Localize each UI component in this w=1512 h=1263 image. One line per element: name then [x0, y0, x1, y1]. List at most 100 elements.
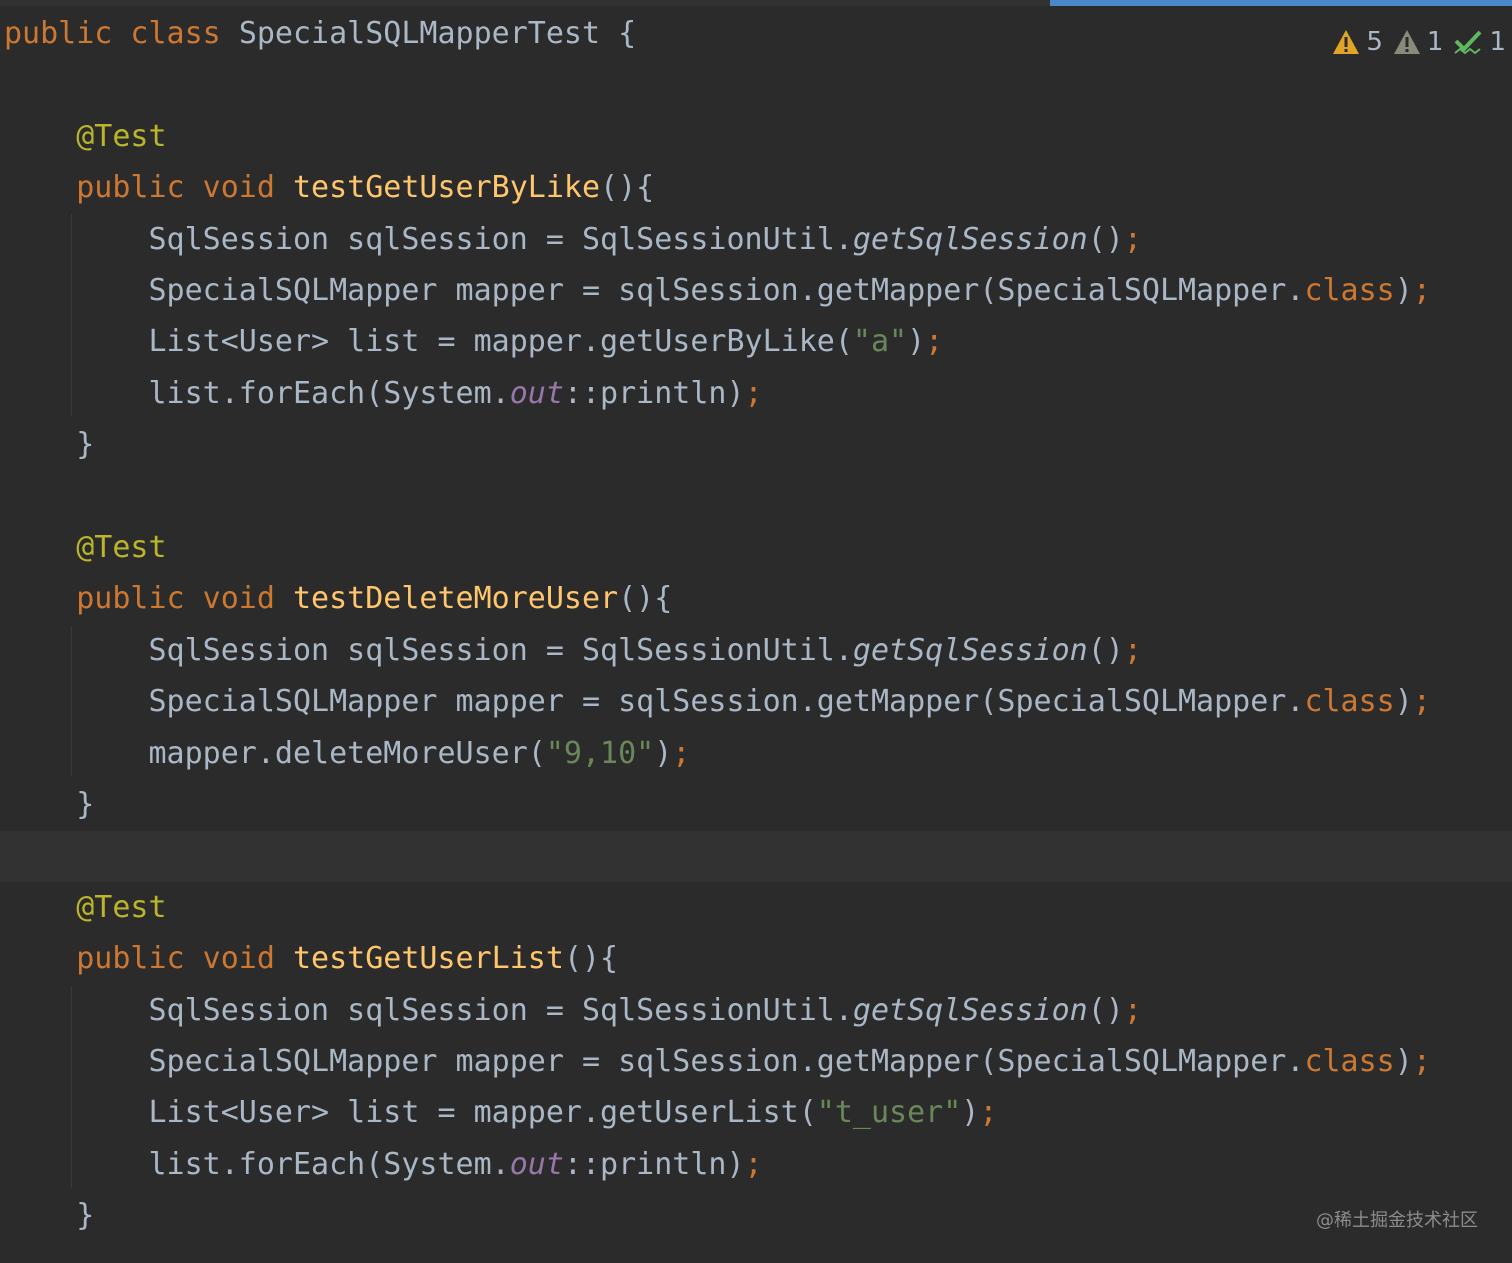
check-icon	[1454, 30, 1482, 55]
weak-warnings-count: 1	[1426, 27, 1444, 57]
code-token: list.forEach(System.	[4, 1146, 510, 1182]
code-token: (){	[618, 581, 673, 617]
code-token: out	[509, 1146, 564, 1182]
code-line[interactable]: List<User> list = mapper.getUserByLike("…	[4, 316, 943, 367]
code-line[interactable]: SqlSession sqlSession = SqlSessionUtil.g…	[4, 985, 1142, 1036]
code-token: ::println)	[563, 375, 745, 411]
code-token: }	[4, 427, 95, 463]
code-editor[interactable]: public class SpecialSQLMapperTest { @Tes…	[0, 0, 1512, 1263]
code-line[interactable]: @Test	[4, 882, 167, 933]
code-line[interactable]: mapper.deleteMoreUser("9,10");	[4, 728, 690, 779]
code-token: SpecialSQLMapper mapper = sqlSession.get…	[4, 273, 1305, 308]
code-line[interactable]: public void testGetUserList(){	[4, 933, 618, 984]
code-token: mapper.deleteMoreUser(	[4, 735, 546, 771]
warnings-indicator[interactable]: 5	[1332, 27, 1383, 57]
code-line[interactable]: list.forEach(System.out::println);	[4, 368, 763, 419]
code-token: ;	[672, 735, 691, 771]
code-token: SpecialSQLMapper mapper = sqlSession.get…	[4, 684, 1305, 720]
code-line[interactable]: }	[4, 779, 94, 830]
caret-row-highlight	[0, 831, 1512, 882]
code-token: "9,10"	[545, 735, 655, 771]
code-line[interactable]: List<User> list = mapper.getUserList("t_…	[4, 1087, 997, 1138]
ok-count: 1	[1489, 27, 1506, 57]
typo-indicator[interactable]: 1	[1453, 27, 1506, 57]
code-token: ;	[1123, 992, 1142, 1028]
code-token: ;	[744, 375, 763, 411]
code-token: public void	[76, 941, 293, 977]
code-token: getSqlSession	[852, 992, 1088, 1028]
code-token: @Test	[76, 530, 167, 565]
code-token: "a"	[852, 324, 908, 360]
code-token: class	[1304, 273, 1395, 308]
code-token: }	[4, 1198, 95, 1234]
code-line[interactable]: public class SpecialSQLMapperTest {	[4, 8, 636, 59]
code-token: List<User> list = mapper.getUserByLike(	[4, 324, 853, 360]
code-token: "t_user"	[816, 1095, 962, 1131]
horizontal-scroll-indicator[interactable]	[1050, 0, 1512, 6]
code-token: ;	[979, 1095, 998, 1131]
code-line[interactable]: SqlSession sqlSession = SqlSessionUtil.g…	[4, 625, 1142, 676]
code-token: (){	[600, 170, 655, 206]
code-line[interactable]: SpecialSQLMapper mapper = sqlSession.get…	[4, 676, 1431, 727]
code-token: ;	[1412, 684, 1431, 720]
inspection-widget[interactable]: 5 1 1	[1332, 20, 1506, 64]
code-token: SpecialSQLMapper mapper = sqlSession.get…	[4, 1044, 1305, 1079]
code-token: SpecialSQLMapperTest {	[238, 16, 637, 51]
code-token: class	[1304, 1044, 1395, 1079]
code-token: getSqlSession	[852, 221, 1088, 257]
code-token: )	[907, 324, 926, 360]
watermark: @稀土掘金技术社区	[1316, 1210, 1478, 1231]
code-token: class	[1304, 684, 1395, 720]
code-token: public void	[76, 581, 293, 617]
code-line[interactable]: SpecialSQLMapper mapper = sqlSession.get…	[4, 265, 1431, 316]
code-line[interactable]: }	[4, 1190, 94, 1241]
code-line[interactable]: public void testDeleteMoreUser(){	[4, 573, 672, 624]
code-token: ()	[1087, 632, 1124, 668]
code-token: testGetUserList	[293, 941, 564, 977]
code-token: ()	[1087, 992, 1124, 1028]
code-token: SqlSession sqlSession = SqlSessionUtil.	[4, 632, 853, 668]
code-token: @Test	[76, 889, 167, 925]
warning-icon	[1333, 30, 1360, 54]
code-token: )	[961, 1095, 980, 1131]
warnings-count: 5	[1366, 27, 1383, 57]
code-token: getSqlSession	[852, 632, 1088, 668]
code-token: ;	[1123, 632, 1142, 668]
code-token: list.forEach(System.	[4, 375, 510, 411]
code-line[interactable]: @Test	[4, 522, 167, 573]
code-token: (){	[563, 941, 619, 977]
code-line[interactable]: SpecialSQLMapper mapper = sqlSession.get…	[4, 1036, 1431, 1087]
code-token: public class	[4, 16, 239, 51]
code-token: ;	[1412, 273, 1431, 308]
code-token: ;	[1123, 221, 1142, 257]
weak-warning-icon	[1393, 30, 1420, 54]
code-line[interactable]: @Test	[4, 111, 167, 162]
code-token: SqlSession sqlSession = SqlSessionUtil.	[4, 221, 853, 257]
code-token: )	[1394, 684, 1413, 720]
code-token: public void	[76, 170, 293, 206]
code-token: }	[4, 787, 95, 822]
code-token: SqlSession sqlSession = SqlSessionUtil.	[4, 992, 853, 1028]
code-line[interactable]: list.forEach(System.out::println);	[4, 1139, 763, 1190]
code-line[interactable]: }	[4, 419, 94, 470]
code-token: @Test	[76, 118, 167, 154]
code-line[interactable]: SqlSession sqlSession = SqlSessionUtil.g…	[4, 214, 1142, 265]
weak-warnings-indicator[interactable]: 1	[1393, 27, 1444, 57]
code-token: testGetUserByLike	[293, 170, 601, 206]
code-line[interactable]: public void testGetUserByLike(){	[4, 162, 654, 213]
code-token: )	[1394, 273, 1413, 308]
code-token: out	[509, 375, 564, 411]
code-token: ()	[1087, 221, 1124, 257]
code-token: ;	[744, 1146, 763, 1182]
code-token: ::println)	[563, 1146, 745, 1182]
code-token: ;	[1412, 1044, 1431, 1079]
code-token: )	[1394, 1044, 1413, 1079]
code-token: testDeleteMoreUser	[293, 581, 619, 617]
code-token: List<User> list = mapper.getUserList(	[4, 1095, 817, 1131]
